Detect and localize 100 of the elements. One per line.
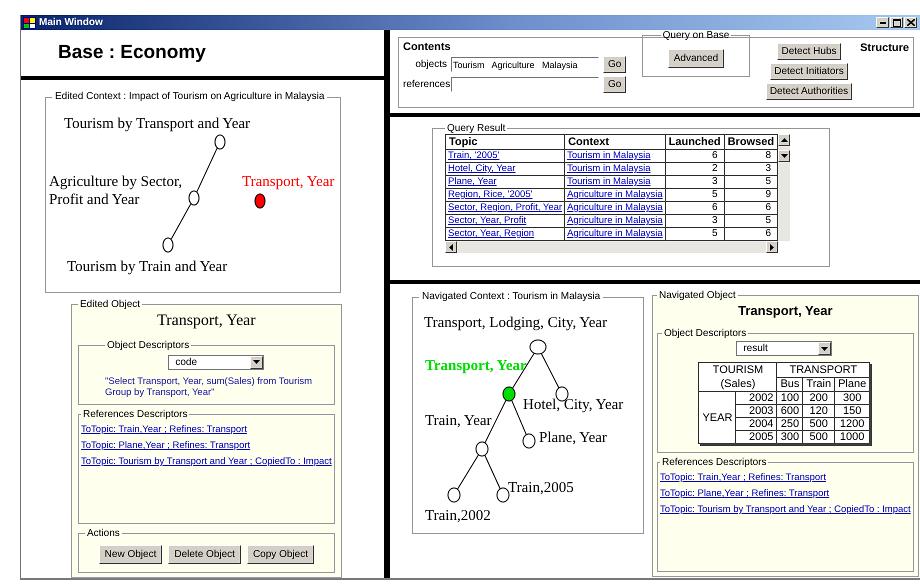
minimize-button[interactable] [876, 17, 889, 28]
group-label: Object Descriptors [106, 340, 190, 351]
table-cell: 120 [802, 404, 835, 418]
table-cell: 2003 [736, 404, 777, 418]
graph-node[interactable] [502, 386, 516, 402]
detect-button[interactable]: Detect Authorities [766, 83, 852, 100]
table-cell: 3 [724, 162, 778, 176]
maximize-button[interactable] [890, 17, 903, 28]
table-cell: 2002 [736, 392, 777, 404]
table-cell: 300 [834, 392, 870, 404]
reference-link[interactable]: ToTopic: Plane,Year ; Refines: Transport [660, 488, 911, 499]
close-button[interactable] [904, 17, 917, 28]
go-button[interactable]: Go [603, 76, 626, 93]
table-cell: 250 [776, 418, 803, 430]
table-cell: 500 [802, 418, 835, 430]
graph-node[interactable] [162, 237, 174, 252]
graph-node-label[interactable]: Tourism by Train and Year [67, 258, 228, 276]
graph-node-label[interactable]: Agriculture by Sector, Profit and Year [49, 172, 189, 209]
group-label: Object Descriptors [663, 328, 748, 339]
group-label: Edited Context : Impact of Tourism on Agriculture in Malaysia [52, 90, 328, 102]
graph-node-label[interactable]: Tourism by Transport and Year [64, 114, 250, 133]
table-cell: 6 [665, 202, 724, 214]
table-cell: 9 [724, 188, 778, 202]
table-cell: 1200 [834, 418, 870, 430]
up-arrow-icon [780, 138, 788, 142]
group-label: References Descriptors [661, 457, 768, 468]
column-header[interactable]: Browsed [724, 134, 778, 150]
table-cell: 100 [776, 392, 803, 404]
maximize-icon [892, 18, 900, 26]
graph-node-label[interactable]: Train,2002 [425, 507, 491, 525]
detect-button[interactable]: Detect Hubs [777, 43, 841, 60]
graph-node-label[interactable]: Train, Year [425, 412, 492, 430]
table-cell: 150 [834, 404, 870, 418]
column-header[interactable]: Topic [446, 134, 565, 150]
table-cell: TRANSPORT [776, 362, 870, 377]
table-cell: 2005 [736, 430, 777, 444]
graph-node[interactable] [522, 434, 536, 448]
graph-edge [484, 454, 501, 490]
graph-edge [170, 204, 192, 240]
table-cell: 6 [724, 202, 778, 214]
right-arrow-icon [770, 244, 774, 250]
section-title: Contents [403, 41, 452, 53]
detect-button[interactable]: Detect Initiators [770, 63, 848, 80]
graph-edge [196, 148, 218, 192]
column-header[interactable]: Context [564, 134, 666, 150]
graph-node-label[interactable]: Train,2005 [508, 479, 574, 497]
group-label: Edited Object [79, 298, 142, 310]
reference-link[interactable]: ToTopic: Tourism by Transport and Year ; CopiedTo : Impact [660, 504, 911, 515]
dropdown[interactable]: code [168, 354, 264, 370]
reference-link[interactable]: ToTopic: Plane,Year ; Refines: Transport [81, 440, 332, 451]
table-cell: 5 [724, 176, 778, 188]
go-button[interactable]: Go [603, 56, 626, 73]
objects-field[interactable]: Tourism Agriculture Malaysia [451, 57, 599, 72]
minimize-icon [880, 22, 886, 24]
left-arrow-icon [449, 244, 453, 250]
graph-node[interactable] [530, 340, 546, 354]
graph-node[interactable] [496, 488, 510, 502]
reference-link[interactable]: ToTopic: Tourism by Transport and Year ; CopiedTo : Impact [81, 456, 332, 467]
advanced-button[interactable]: Advanced [668, 49, 724, 68]
action-button[interactable]: Copy Object [246, 545, 314, 564]
table-cell: Plane [834, 377, 870, 392]
graph-node-label[interactable]: Transport, Year [242, 172, 334, 191]
table-cell: Bus [776, 377, 803, 392]
table-cell: TOURISM (Sales) [698, 362, 777, 392]
graph-node-label[interactable]: Transport, Lodging, City, Year [424, 314, 608, 332]
reference-link[interactable]: ToTopic: Train,Year ; Refines: Transport [660, 472, 911, 483]
column-header[interactable]: Launched [665, 134, 724, 150]
caret-icon [253, 360, 260, 364]
graph-node[interactable] [214, 134, 226, 150]
table-cell: 5 [665, 188, 724, 202]
table-cell: 8 [724, 150, 778, 162]
action-button[interactable]: New Object [98, 545, 162, 564]
close-icon [906, 19, 914, 26]
graph-node-label[interactable]: Plane, Year [539, 429, 607, 447]
graph-node-label[interactable]: Hotel, City, Year [523, 396, 624, 414]
group-label: Actions [86, 528, 121, 539]
table-cell: 200 [802, 392, 835, 404]
table-cell: YEAR [698, 392, 736, 444]
graph-node[interactable] [448, 488, 460, 502]
graph-edge [540, 352, 560, 388]
window-title: Main Window [39, 17, 103, 28]
group-label: References Descriptors [82, 408, 188, 420]
group-label: Query on Base [662, 30, 730, 41]
group-label: Navigated Context : Tourism in Malaysia [419, 291, 604, 302]
table-cell: 2004 [736, 418, 777, 430]
graph-node[interactable] [476, 442, 488, 456]
reference-link[interactable]: ToTopic: Train,Year ; Refines: Transport [81, 424, 332, 435]
action-button[interactable]: Delete Object [168, 545, 241, 564]
table-cell: 600 [776, 404, 803, 418]
object-title: Transport, Year [156, 312, 257, 330]
graph-edge [457, 454, 479, 490]
graph-node[interactable] [188, 190, 200, 206]
group-label: Query Result [446, 123, 506, 134]
table-cell: 3 [665, 176, 724, 188]
table-cell: 6 [665, 150, 724, 162]
vertical-scrollbar[interactable] [778, 134, 790, 241]
horizontal-scrollbar[interactable] [445, 241, 778, 253]
table-cell: 1000 [834, 430, 870, 444]
dropdown[interactable]: result [736, 341, 832, 356]
graph-node[interactable] [254, 193, 266, 208]
